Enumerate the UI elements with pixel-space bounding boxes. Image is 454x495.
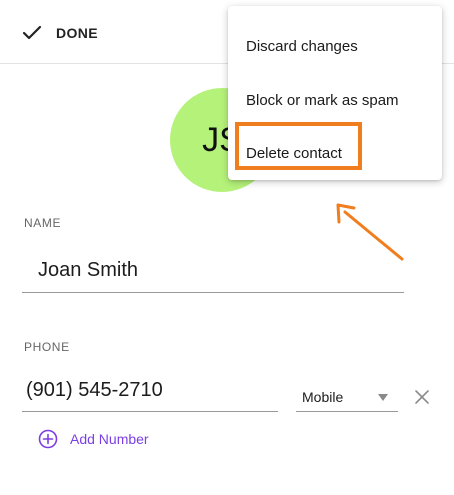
name-value: Joan Smith [38,259,139,281]
phone-type-select[interactable]: Mobile [296,384,398,412]
phone-type-value: Mobile [302,389,344,405]
name-label: NAME [24,216,62,230]
menu-item-block-spam[interactable]: Block or mark as spam [246,92,399,109]
phone-field[interactable]: (901) 545-2710 [22,376,278,412]
edit-contact-screen: DONE JS NAME Joan Smith PHONE (901) 545-… [0,0,454,495]
overflow-menu: Discard changes Block or mark as spam De… [228,6,442,180]
name-field[interactable]: Joan Smith [22,254,404,293]
done-button[interactable]: DONE [22,18,98,48]
close-icon [411,386,433,408]
menu-item-delete-contact[interactable]: Delete contact [246,145,342,162]
menu-item-discard-changes[interactable]: Discard changes [246,38,358,55]
add-circle-icon [38,429,58,449]
add-number-button[interactable]: Add Number [38,428,149,450]
done-label: DONE [56,25,99,41]
remove-phone-button[interactable] [411,386,433,408]
checkmark-icon [22,25,42,41]
dropdown-arrow-icon [378,394,388,401]
add-number-label: Add Number [70,431,149,447]
phone-value: (901) 545-2710 [26,379,163,401]
phone-label: PHONE [24,340,70,354]
